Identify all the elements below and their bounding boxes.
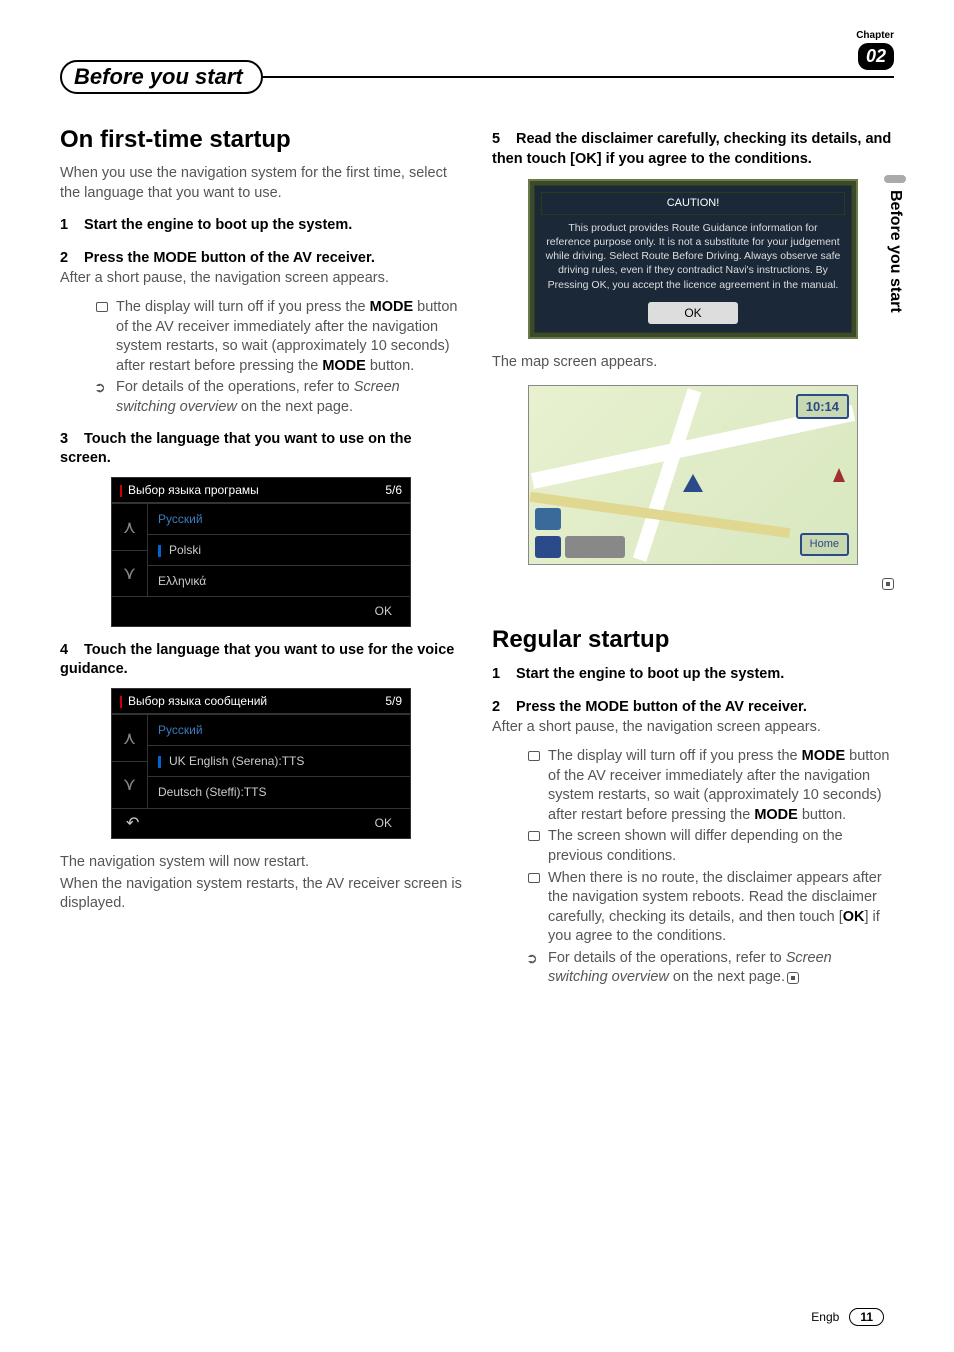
end-marker-icon bbox=[787, 972, 799, 984]
heading-first-time: On first-time startup bbox=[60, 124, 462, 156]
down-arrow-icon: ⋎ bbox=[112, 550, 148, 597]
language-screenshot-1: Выбор языка програмы 5/6 ⋏ ⋎ Русский Pol… bbox=[111, 477, 411, 627]
current-position-icon bbox=[683, 474, 703, 492]
step-1: 1Start the engine to boot up the system. bbox=[60, 216, 462, 236]
up-arrow-icon: ⋏ bbox=[112, 714, 148, 761]
lang-item: Polski bbox=[148, 534, 410, 565]
lang1-header: Выбор языка програмы 5/6 bbox=[112, 478, 410, 503]
map-home-button: Home bbox=[800, 533, 849, 556]
header-rule bbox=[261, 76, 894, 78]
reg-step-2: 2Press the MODE button of the AV receive… bbox=[492, 698, 894, 718]
caution-body: This product provides Route Guidance inf… bbox=[541, 219, 845, 294]
lang-item: Ελληνικά bbox=[148, 565, 410, 596]
lang2-header: Выбор языка сообщений 5/9 bbox=[112, 689, 410, 714]
map-menu-icon bbox=[535, 508, 561, 530]
right-column: 5Read the disclaimer carefully, checking… bbox=[492, 124, 894, 1000]
step-2-note: The display will turn off if you press t… bbox=[96, 298, 462, 376]
direction-arrow-icon bbox=[833, 468, 845, 482]
ok-button: OK bbox=[357, 809, 410, 839]
footer-lang: Engb bbox=[811, 1310, 839, 1324]
step-2-sub: After a short pause, the navigation scre… bbox=[60, 269, 462, 289]
up-arrow-icon: ⋏ bbox=[112, 503, 148, 550]
after-step4-b: When the navigation system restarts, the… bbox=[60, 875, 462, 914]
reg-note-1: The display will turn off if you press t… bbox=[528, 747, 894, 825]
map-scale-icon bbox=[565, 536, 625, 558]
map-caption: The map screen appears. bbox=[492, 353, 894, 373]
reg-step-2-sub: After a short pause, the navigation scre… bbox=[492, 718, 894, 738]
step-2-ref: For details of the operations, refer to … bbox=[96, 378, 462, 417]
page-title: Before you start bbox=[74, 64, 243, 90]
lang-item: UK English (Serena):TTS bbox=[148, 745, 410, 776]
map-time: 10:14 bbox=[796, 394, 849, 420]
map-tool-icon bbox=[535, 536, 561, 558]
back-icon: ↶ bbox=[112, 809, 153, 839]
step-4: 4Touch the language that you want to use… bbox=[60, 641, 462, 680]
reg-step-1: 1Start the engine to boot up the system. bbox=[492, 665, 894, 685]
caution-ok-button: OK bbox=[648, 302, 738, 324]
step-2: 2Press the MODE button of the AV receive… bbox=[60, 249, 462, 269]
left-column: On first-time startup When you use the n… bbox=[60, 124, 462, 1000]
side-marker bbox=[884, 175, 906, 183]
lang-item: Deutsch (Steffi):TTS bbox=[148, 776, 410, 807]
step-3: 3Touch the language that you want to use… bbox=[60, 430, 462, 469]
ok-button: OK bbox=[357, 597, 410, 625]
section-end bbox=[492, 575, 894, 595]
page-footer: Engb 11 bbox=[811, 1308, 884, 1326]
chapter-label: Chapter bbox=[856, 30, 894, 41]
intro-text: When you use the navigation system for t… bbox=[60, 164, 462, 203]
side-tab: Before you start bbox=[886, 190, 904, 313]
map-screenshot: 10:14 Home bbox=[528, 385, 858, 565]
chapter-number: 02 bbox=[858, 43, 894, 70]
down-arrow-icon: ⋎ bbox=[112, 761, 148, 808]
caution-title: CAUTION! bbox=[541, 192, 845, 215]
step-5: 5Read the disclaimer carefully, checking… bbox=[492, 130, 894, 169]
language-screenshot-2: Выбор языка сообщений 5/9 ⋏ ⋎ Русский UK… bbox=[111, 688, 411, 839]
heading-regular: Regular startup bbox=[492, 624, 894, 656]
header-bar: Before you start bbox=[60, 60, 894, 94]
lang-item: Русский bbox=[148, 714, 410, 745]
after-step4-a: The navigation system will now restart. bbox=[60, 853, 462, 873]
lang-item: Русский bbox=[148, 503, 410, 534]
reg-note-3: When there is no route, the disclaimer a… bbox=[528, 869, 894, 947]
caution-screenshot: CAUTION! This product provides Route Gui… bbox=[528, 179, 858, 339]
header-pill: Before you start bbox=[60, 60, 263, 94]
end-marker-icon bbox=[882, 578, 894, 590]
page-number: 11 bbox=[849, 1308, 884, 1326]
chapter-indicator: Chapter 02 bbox=[856, 30, 894, 70]
reg-ref: For details of the operations, refer to … bbox=[528, 949, 894, 988]
reg-note-2: The screen shown will differ depending o… bbox=[528, 827, 894, 866]
